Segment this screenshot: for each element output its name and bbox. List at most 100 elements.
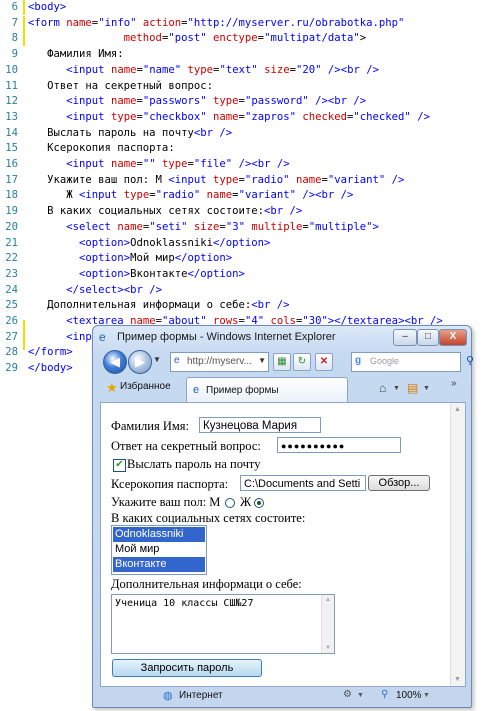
title-bar[interactable]: e Пример формы - Windows Internet Explor…	[93, 326, 471, 348]
status-bar: ◍ Интернет ⚙ ▼ ⚲ 100% ▼	[93, 686, 471, 706]
feeds-dropdown-icon[interactable]: ▼	[423, 385, 430, 392]
code-line[interactable]: 12 <input name="passwors" type="password…	[0, 94, 483, 110]
scroll-up-icon[interactable]: ▲	[454, 406, 461, 413]
page-viewport: Фамилия Имя: Кузнецова Мария Ответ на се…	[100, 402, 466, 687]
address-dropdown-icon[interactable]: ▼	[258, 356, 266, 365]
line-number: 21	[5, 236, 18, 249]
tab-example-form[interactable]: e Пример формы	[186, 377, 348, 403]
about-textarea[interactable]: Ученица 10 классы СШ№27 ▲ ▼	[111, 594, 335, 654]
line-number: 26	[5, 315, 18, 327]
line-number: 23	[5, 267, 18, 280]
code-text: </select><br />	[66, 283, 162, 296]
code-text: </form>	[28, 346, 73, 359]
scroll-down-icon[interactable]: ▼	[454, 676, 461, 683]
zoom-icon[interactable]: ⚲	[381, 689, 388, 700]
back-arrow-icon[interactable]: ◀	[103, 350, 127, 374]
search-placeholder: Google	[370, 356, 400, 366]
code-text: <body>	[28, 1, 67, 13]
file-path-field[interactable]: C:\Documents and Setti	[240, 475, 366, 491]
scroll-down-icon[interactable]: ▼	[325, 645, 331, 651]
code-line[interactable]: 17 Укажите ваш пол: М <input type="radio…	[0, 173, 483, 189]
code-line[interactable]: 8 method="post" enctype="multipat/data">	[0, 31, 483, 47]
address-text: http://myserv...	[187, 356, 252, 367]
code-line[interactable]: 23 <option>Вконтакте</option>	[0, 267, 483, 283]
social-listbox[interactable]: Odnoklassniki Мой мир Вконтакте	[111, 525, 207, 575]
code-text: <input name="" type="file" /><br />	[66, 158, 290, 170]
textarea-scrollbar[interactable]: ▲ ▼	[321, 595, 334, 653]
code-line[interactable]: 13 <input type="checkbox" name="zapros" …	[0, 110, 483, 126]
home-icon[interactable]: ⌂	[379, 381, 386, 395]
code-line[interactable]: 15 Ксерокопия паспорта:	[0, 141, 483, 157]
submit-button[interactable]: Запросить пароль	[112, 659, 262, 677]
line-number: 10	[5, 63, 18, 76]
code-line[interactable]: 18 Ж <input type="radio" name="variant" …	[0, 188, 483, 204]
code-line[interactable]: 14 Выслать пароль на почту<br />	[0, 126, 483, 142]
window-title: Пример формы - Windows Internet Explorer	[117, 331, 336, 343]
protected-mode-icon[interactable]: ⚙	[343, 689, 352, 700]
line-number: 19	[5, 205, 18, 218]
code-text: Ксерокопия паспорта:	[28, 142, 175, 155]
code-line[interactable]: 10 <input name="name" type="text" size="…	[0, 63, 483, 79]
send-password-checkbox[interactable]: ✔	[113, 459, 126, 472]
code-text: <select name="seti" size="3" multiple="m…	[66, 220, 379, 233]
more-tools-icon[interactable]: »	[451, 378, 457, 389]
code-text: Укажите ваш пол: М <input type="radio" n…	[28, 173, 405, 186]
close-button[interactable]: X	[439, 329, 467, 346]
scroll-up-icon[interactable]: ▲	[325, 597, 331, 603]
search-input[interactable]: g Google ⚲	[351, 352, 474, 372]
refresh-icon[interactable]: ↻	[293, 353, 311, 371]
stop-icon[interactable]: ✕	[315, 353, 333, 371]
address-bar[interactable]: e http://myserv... ▼	[170, 352, 269, 372]
code-line[interactable]: 20 <select name="seti" size="3" multiple…	[0, 220, 483, 236]
code-line[interactable]: 19 В каких социальных сетях состоите:<br…	[0, 204, 483, 220]
line-number: 18	[5, 189, 18, 202]
search-icon[interactable]: ⚲	[466, 354, 474, 367]
line-number: 12	[5, 95, 18, 108]
history-dropdown-icon[interactable]: ▼	[153, 355, 161, 364]
name-label: Фамилия Имя:	[111, 419, 189, 433]
code-text: Ж <input type="radio" name="variant" /><…	[28, 189, 354, 202]
protected-dropdown-icon[interactable]: ▼	[357, 692, 364, 699]
maximize-button[interactable]: □	[417, 329, 439, 346]
line-number: 29	[5, 362, 18, 375]
passport-label: Ксерокопия паспорта:	[111, 477, 229, 491]
page-scrollbar[interactable]: ▲ ▼	[450, 403, 465, 686]
line-number: 22	[5, 252, 18, 265]
code-line[interactable]: 11 Ответ на секретный вопрос:	[0, 79, 483, 95]
option-moy-mir[interactable]: Мой мир	[113, 542, 205, 557]
zoom-level[interactable]: 100%	[396, 690, 422, 701]
minimize-button[interactable]: –	[393, 329, 417, 346]
code-text: <input name="name" type="text" size="20"…	[66, 63, 379, 76]
password-field[interactable]: ●●●●●●●●●●	[277, 437, 401, 453]
page-icon: e	[174, 355, 180, 366]
compatibility-icon[interactable]: ▦	[273, 353, 291, 371]
code-line[interactable]: 7 <form name="info" action="http://myserv…	[0, 16, 483, 32]
code-line[interactable]: 6 <body>	[0, 0, 483, 16]
forward-arrow-icon[interactable]: ▶	[128, 350, 152, 374]
code-text: Фамилия Имя:	[28, 48, 124, 61]
home-dropdown-icon[interactable]: ▼	[393, 385, 400, 392]
line-number: 8	[11, 32, 18, 45]
line-number: 24	[5, 283, 18, 296]
code-line[interactable]: 24 </select><br />	[0, 283, 483, 299]
zoom-dropdown-icon[interactable]: ▼	[423, 692, 430, 699]
option-vkontakte[interactable]: Вконтакте	[113, 557, 205, 572]
about-label: Дополнительная информаци о себе:	[111, 577, 302, 591]
browse-button[interactable]: Обзор...	[368, 475, 430, 491]
favorites-label[interactable]: Избранное	[120, 381, 171, 392]
option-odnoklassniki[interactable]: Odnoklassniki	[113, 527, 205, 542]
code-text: </body>	[28, 362, 73, 375]
code-line[interactable]: 21 <option>Odnoklassniki</option>	[0, 236, 483, 252]
line-number: 13	[5, 110, 18, 123]
code-line[interactable]: 9 Фамилия Имя:	[0, 47, 483, 63]
gender-m-radio[interactable]	[225, 498, 235, 508]
feeds-icon[interactable]: ▤	[407, 381, 418, 395]
code-line[interactable]: 16 <input name="" type="file" /><br />	[0, 157, 483, 173]
line-number: 11	[5, 79, 18, 92]
code-line[interactable]: 25 Дополнительная информаци о себе:<br /…	[0, 298, 483, 314]
gender-f-radio[interactable]	[254, 498, 264, 508]
code-line[interactable]: 22 <option>Мой мир</option>	[0, 251, 483, 267]
favorites-star-icon[interactable]: ★	[106, 380, 118, 396]
name-field[interactable]: Кузнецова Мария	[199, 417, 321, 433]
code-editor[interactable]: 6 <body> 7 <form name="info" action="http:/…	[0, 0, 483, 374]
